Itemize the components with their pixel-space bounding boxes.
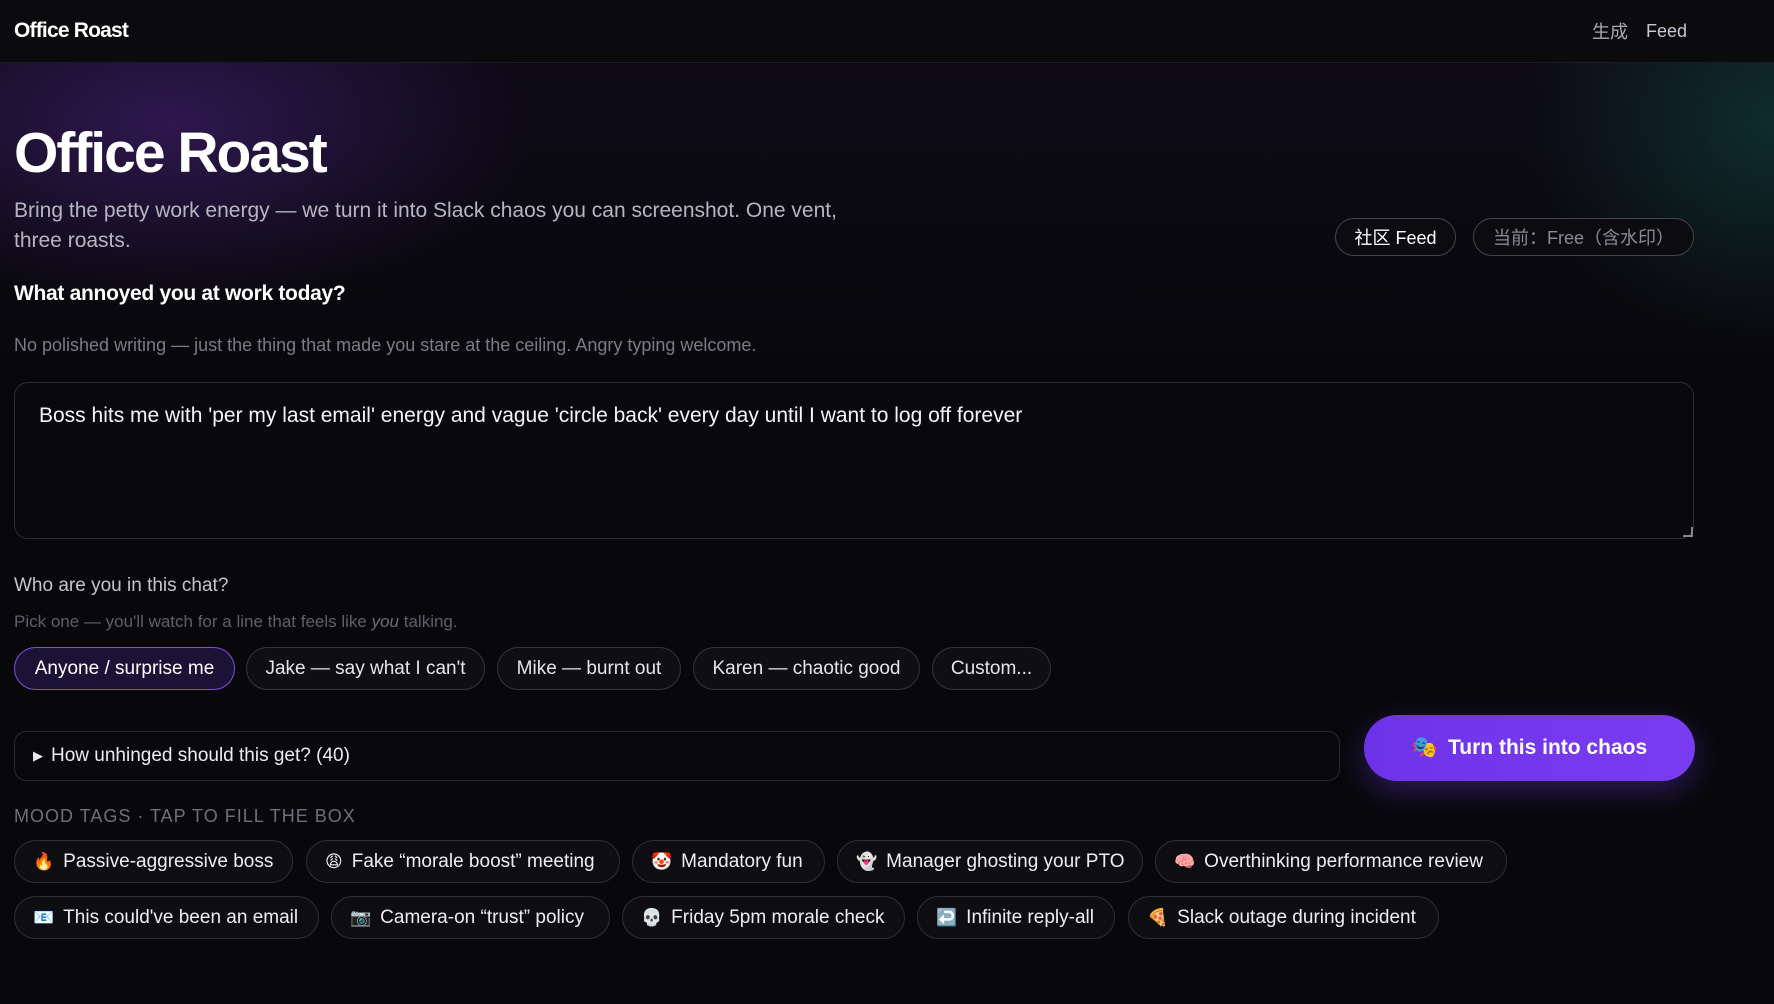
weary-face-icon: 😩 — [325, 851, 343, 872]
persona-option-karen[interactable]: Karen — chaotic good — [693, 647, 920, 690]
mood-tag-label: Camera-on “trust” policy — [380, 906, 584, 928]
mood-tag[interactable]: 📧 This could've been an email — [14, 896, 319, 939]
mood-tag[interactable]: 🍕 Slack outage during incident — [1128, 896, 1439, 939]
mood-tag[interactable]: 💀 Friday 5pm morale check — [622, 896, 905, 939]
theater-masks-icon: 🎭 — [1411, 736, 1439, 759]
top-nav-links: 生成 Feed — [1592, 18, 1687, 44]
mood-tag-label: Passive-aggressive boss — [63, 850, 274, 872]
email-icon: 📧 — [33, 907, 55, 928]
mood-tag-label: Fake “morale boost” meeting — [351, 850, 595, 872]
persona-hint-emphasis: you — [371, 612, 400, 631]
skull-icon: 💀 — [641, 907, 663, 928]
fire-icon: 🔥 — [33, 851, 55, 872]
main-content: Office Roast Bring the petty work energy… — [0, 0, 1774, 1004]
unhinged-level-disclosure[interactable]: ▶ How unhinged should this get? (40) — [14, 731, 1340, 781]
resize-handle-icon[interactable] — [1683, 527, 1693, 537]
nav-generate-link[interactable]: 生成 — [1592, 18, 1628, 44]
persona-hint: Pick one — you'll watch for a line that … — [14, 612, 458, 632]
mood-tag-label: Overthinking performance review — [1204, 850, 1483, 872]
turn-into-chaos-label: Turn this into chaos — [1448, 736, 1648, 759]
mood-tag[interactable]: 🔥 Passive-aggressive boss — [14, 840, 293, 883]
page-title: Office Roast — [14, 121, 328, 185]
pizza-icon: 🍕 — [1147, 907, 1169, 928]
mood-tag[interactable]: 📷 Camera-on “trust” policy — [331, 896, 610, 939]
persona-option-anyone[interactable]: Anyone / surprise me — [14, 647, 235, 690]
mood-tag-label: Manager ghosting your PTO — [886, 850, 1125, 872]
top-navigation-bar: Office Roast 生成 Feed — [0, 0, 1774, 63]
mood-tags-heading: MOOD TAGS · TAP TO FILL THE BOX — [14, 806, 356, 826]
community-feed-button[interactable]: 社区 Feed — [1335, 218, 1456, 256]
persona-option-mike[interactable]: Mike — burnt out — [497, 647, 681, 690]
mood-tag[interactable]: 🧠 Overthinking performance review — [1155, 840, 1507, 883]
unhinged-level-label: How unhinged should this get? (40) — [51, 745, 350, 766]
mood-tag-label: This could've been an email — [63, 906, 299, 928]
persona-label: Who are you in this chat? — [14, 575, 229, 596]
mood-tag-label: Infinite reply-all — [966, 906, 1094, 928]
reply-arrow-icon: ↩️ — [936, 907, 958, 928]
page-subtitle: Bring the petty work energy — we turn it… — [14, 199, 837, 252]
disclosure-triangle-icon: ▶ — [33, 748, 43, 763]
persona-hint-suffix: talking. — [399, 612, 458, 631]
persona-option-jake[interactable]: Jake — say what I can't — [246, 647, 485, 690]
mood-tag-label: Friday 5pm morale check — [671, 906, 885, 928]
nav-feed-link[interactable]: Feed — [1646, 21, 1687, 42]
persona-hint-prefix: Pick one — you'll watch for a line that … — [14, 612, 372, 631]
mood-tag[interactable]: 👻 Manager ghosting your PTO — [837, 840, 1143, 883]
mood-tag-label: Mandatory fun — [681, 850, 803, 872]
persona-option-custom[interactable]: Custom... — [932, 647, 1051, 690]
vent-textarea[interactable]: Boss hits me with 'per my last email' en… — [14, 382, 1694, 539]
vent-hint-text: No polished writing — just the thing tha… — [14, 335, 757, 355]
vent-question-heading: What annoyed you at work today? — [14, 282, 346, 305]
turn-into-chaos-button[interactable]: 🎭 Turn this into chaos — [1364, 715, 1695, 781]
mood-tag[interactable]: ↩️ Infinite reply-all — [917, 896, 1115, 939]
mood-tag-label: Slack outage during incident — [1177, 906, 1416, 928]
clown-face-icon: 🤡 — [651, 851, 673, 872]
brain-icon: 🧠 — [1174, 851, 1196, 872]
brand-logo[interactable]: Office Roast — [14, 19, 129, 43]
camera-icon: 📷 — [350, 907, 372, 928]
mood-tag[interactable]: 🤡 Mandatory fun — [632, 840, 825, 883]
plan-status-badge[interactable]: 当前：Free（含水印） — [1473, 218, 1694, 256]
mood-tag[interactable]: 😩 Fake “morale boost” meeting — [306, 840, 620, 883]
ghost-icon: 👻 — [856, 851, 878, 872]
